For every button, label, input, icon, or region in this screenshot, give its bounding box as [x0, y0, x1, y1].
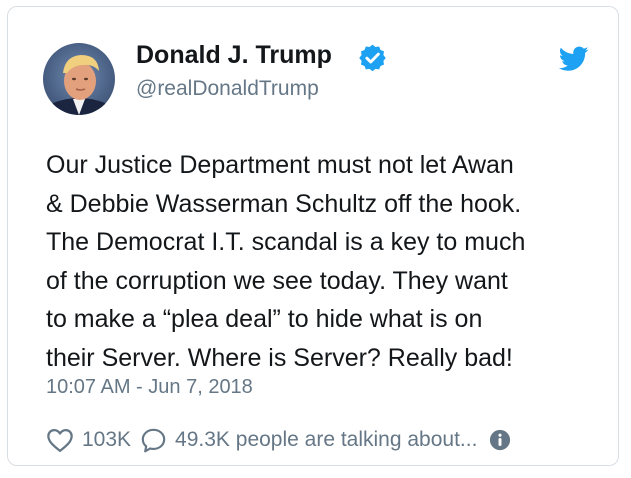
avatar[interactable] — [43, 43, 115, 115]
info-icon[interactable] — [489, 429, 511, 451]
display-name[interactable]: Donald J. Trump — [136, 41, 332, 70]
speech-bubble-icon[interactable] — [140, 427, 167, 454]
verified-badge-icon — [359, 44, 386, 71]
talking-about-link[interactable]: 49.3K people are talking about... — [175, 428, 477, 452]
tweet-text-line: of the corruption we see today. They wan… — [46, 266, 508, 295]
tweet-text-line: their Server. Where is Server? Really ba… — [46, 343, 513, 372]
handle[interactable]: @realDonaldTrump — [136, 77, 319, 101]
tweet-text-line: to make a “plea deal” to hide what is on — [46, 305, 483, 334]
tweet-text-line: Our Justice Department must not let Awan — [46, 151, 514, 179]
tweet-text-line: & Debbie Wasserman Schultz off the hook. — [46, 189, 522, 218]
like-count[interactable]: 103K — [82, 428, 131, 452]
tweet-text-line: The Democrat I.T. scandal is a key to mu… — [46, 228, 526, 257]
timestamp[interactable]: 10:07 AM - Jun 7, 2018 — [46, 376, 253, 399]
avatar-image — [43, 43, 115, 115]
actions-bar: 103K 49.3K people are talking about... — [46, 424, 511, 456]
heart-icon[interactable] — [46, 427, 74, 453]
tweet-text: Our Justice Department must not let Awan… — [46, 146, 606, 378]
twitter-bird-icon[interactable] — [559, 46, 589, 72]
tweet-card: Donald J. Trump @realDonaldTrump Our Jus… — [7, 6, 619, 466]
